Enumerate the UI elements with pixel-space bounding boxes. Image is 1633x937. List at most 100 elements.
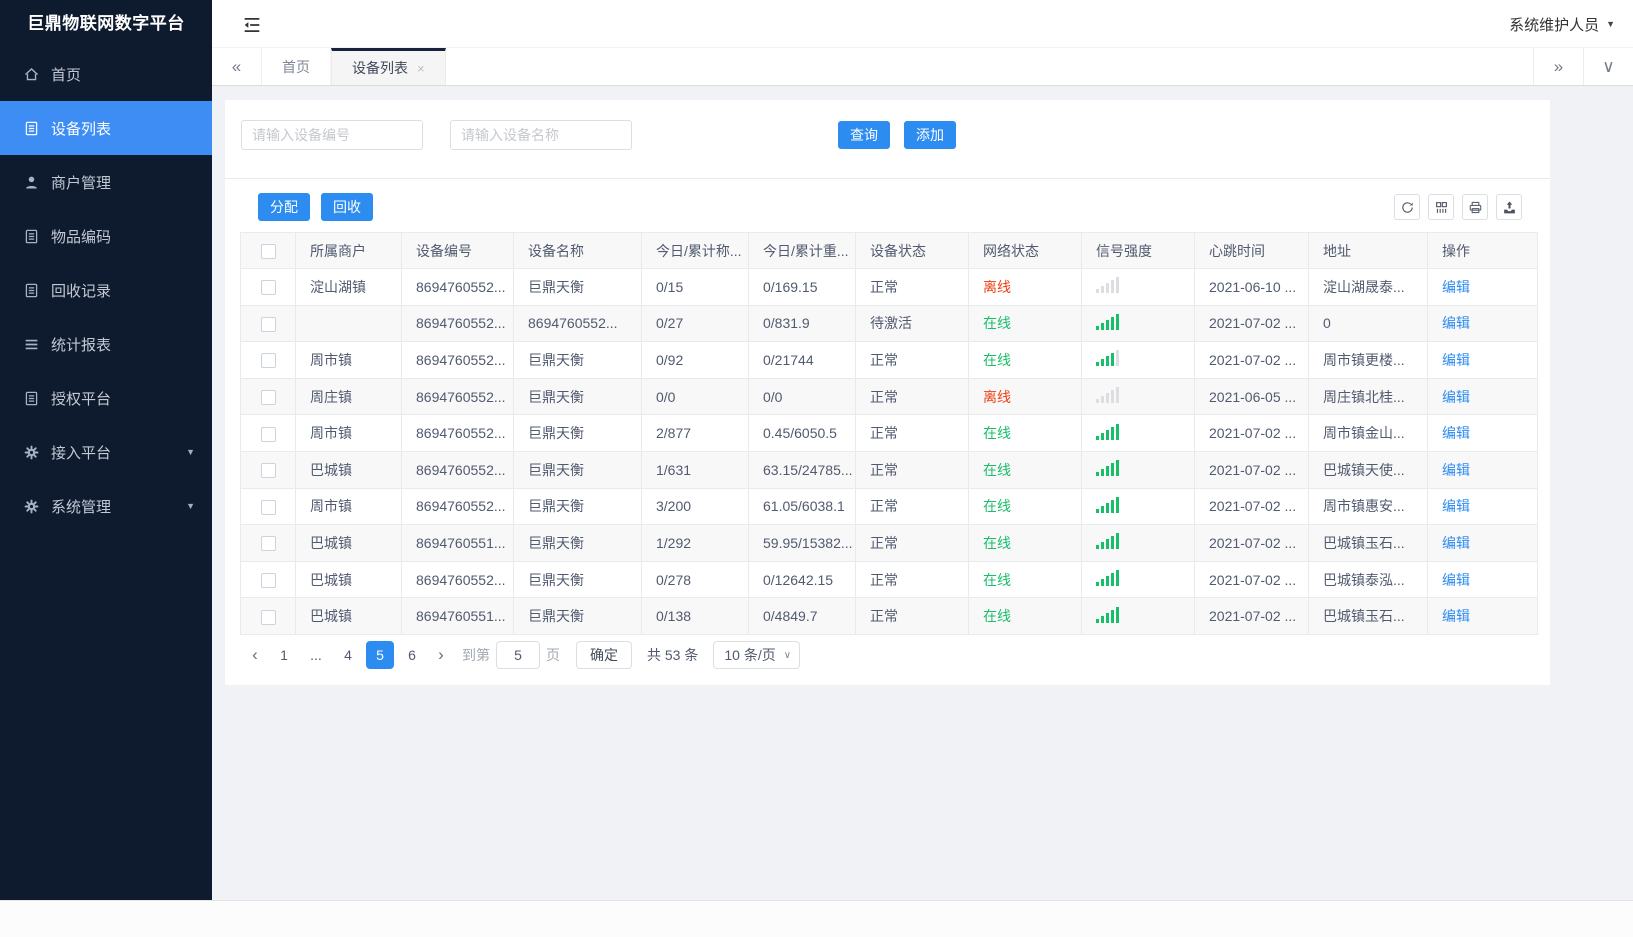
row-checkbox[interactable] bbox=[260, 353, 276, 369]
table-toolbar: 分配 回收 bbox=[258, 193, 373, 221]
cell-today-count: 2/877 bbox=[641, 414, 749, 452]
query-button[interactable]: 查询 bbox=[838, 121, 890, 149]
sidebar-item-home[interactable]: 首页 bbox=[0, 47, 212, 101]
cell-heartbeat: 2021-07-02 ... bbox=[1194, 487, 1309, 526]
chevron-down-icon: ∨ bbox=[783, 649, 792, 661]
edit-link[interactable]: 编辑 bbox=[1442, 535, 1470, 551]
row-checkbox[interactable] bbox=[260, 280, 276, 296]
cell-merchant: 周市镇 bbox=[295, 487, 402, 526]
edit-link[interactable]: 编辑 bbox=[1442, 425, 1470, 441]
columns-icon[interactable] bbox=[1428, 194, 1454, 220]
cell-today-weight: 0.45/6050.5 bbox=[748, 414, 856, 452]
device-no-input[interactable] bbox=[241, 120, 423, 150]
cell-device-no: 8694760552... bbox=[401, 377, 514, 416]
page-button-5[interactable]: 5 bbox=[366, 641, 394, 669]
table-header-row: 所属商户 设备编号 设备名称 今日/累计称... 今日/累计重... 设备状态 网络状态 信号… bbox=[240, 232, 1538, 269]
cell-signal bbox=[1081, 268, 1195, 306]
select-all-checkbox[interactable] bbox=[260, 243, 276, 259]
sidebar-item-report[interactable]: 统计报表 bbox=[0, 317, 212, 371]
cell-device-status: 正常 bbox=[855, 487, 969, 526]
cell-address: 周庄镇北桂... bbox=[1308, 377, 1428, 416]
content-area: 查询 添加 分配 回收 bbox=[212, 86, 1633, 900]
row-checkbox[interactable] bbox=[260, 389, 276, 405]
cell-merchant: 巴城镇 bbox=[295, 524, 402, 562]
print-icon[interactable] bbox=[1462, 194, 1488, 220]
row-checkbox[interactable] bbox=[260, 572, 276, 588]
sidebar-item-device-list[interactable]: 设备列表 bbox=[0, 101, 212, 155]
recycle-button[interactable]: 回收 bbox=[321, 193, 373, 221]
page-button-1[interactable]: 1 bbox=[270, 641, 298, 669]
column-header: 今日/累计重... bbox=[748, 232, 856, 269]
cell-device-name: 巨鼎天衡 bbox=[513, 487, 642, 526]
page-size-select[interactable]: 10 条/页 ∨ bbox=[713, 641, 801, 669]
cell-device-name: 巨鼎天衡 bbox=[513, 377, 642, 416]
edit-link[interactable]: 编辑 bbox=[1442, 389, 1470, 405]
close-tab-icon[interactable]: × bbox=[417, 61, 425, 76]
assign-button[interactable]: 分配 bbox=[258, 193, 310, 221]
edit-link[interactable]: 编辑 bbox=[1442, 462, 1470, 478]
cell-network-status: 离线 bbox=[968, 377, 1082, 416]
device-table: 所属商户 设备编号 设备名称 今日/累计称... 今日/累计重... 设备状态 网络状态 信号… bbox=[240, 232, 1538, 635]
sidebar-item-authorize[interactable]: 授权平台 bbox=[0, 371, 212, 425]
merchant-icon bbox=[23, 174, 40, 191]
recycle-record-icon bbox=[23, 282, 40, 299]
sidebar-item-recycle-record[interactable]: 回收记录 bbox=[0, 263, 212, 317]
edit-link[interactable]: 编辑 bbox=[1442, 498, 1470, 514]
cell-address: 周市镇惠安... bbox=[1308, 487, 1428, 526]
row-checkbox[interactable] bbox=[260, 426, 276, 442]
row-checkbox[interactable] bbox=[260, 499, 276, 515]
tab-device-list[interactable]: 设备列表 × bbox=[331, 48, 446, 85]
user-menu[interactable]: 系统维护人员 ▼ bbox=[1509, 0, 1615, 48]
cell-device-status: 待激活 bbox=[855, 304, 969, 343]
cell-signal bbox=[1081, 524, 1195, 562]
table-row: 8694760552... 8694760552... 0/27 0/831.9… bbox=[240, 304, 1538, 343]
tabs-dropdown-button[interactable]: ∨ bbox=[1583, 48, 1633, 85]
cell-merchant: 淀山湖镇 bbox=[295, 268, 402, 306]
cell-network-status: 在线 bbox=[968, 524, 1082, 562]
jump-page-input[interactable] bbox=[496, 641, 540, 669]
sidebar-item-merchant-manage[interactable]: 商户管理 bbox=[0, 155, 212, 209]
collapse-sidebar-icon[interactable] bbox=[241, 14, 263, 34]
cell-heartbeat: 2021-06-05 ... bbox=[1194, 377, 1309, 416]
edit-link[interactable]: 编辑 bbox=[1442, 279, 1470, 295]
prev-page-button[interactable]: ‹ bbox=[240, 641, 270, 669]
signal-strength-icon bbox=[1096, 423, 1119, 440]
page-button-4[interactable]: 4 bbox=[334, 641, 362, 669]
page-button-6[interactable]: 6 bbox=[398, 641, 426, 669]
page-ellipsis[interactable]: ... bbox=[302, 641, 330, 669]
cell-address: 巴城镇玉石... bbox=[1308, 524, 1428, 562]
tabs-scroll-left-button[interactable]: « bbox=[212, 48, 262, 85]
edit-link[interactable]: 编辑 bbox=[1442, 572, 1470, 588]
device-name-input[interactable] bbox=[450, 120, 632, 150]
sidebar-item-system-manage[interactable]: 系统管理 ▼ bbox=[0, 479, 212, 533]
cell-today-count: 1/631 bbox=[641, 450, 749, 489]
add-button[interactable]: 添加 bbox=[904, 121, 956, 149]
cell-device-no: 8694760552... bbox=[401, 450, 514, 489]
cell-device-status: 正常 bbox=[855, 597, 969, 635]
edit-link[interactable]: 编辑 bbox=[1442, 352, 1470, 368]
edit-link[interactable]: 编辑 bbox=[1442, 315, 1470, 331]
row-checkbox[interactable] bbox=[260, 536, 276, 552]
device-table-wrap: 所属商户 设备编号 设备名称 今日/累计称... 今日/累计重... 设备状态 网络状态 信号… bbox=[240, 232, 1538, 635]
cell-signal bbox=[1081, 414, 1195, 452]
refresh-icon[interactable] bbox=[1394, 194, 1420, 220]
sidebar-item-access-platform[interactable]: 接入平台 ▼ bbox=[0, 425, 212, 479]
tabs-scroll-right-button[interactable]: » bbox=[1533, 48, 1583, 85]
row-checkbox[interactable] bbox=[260, 609, 276, 625]
edit-link[interactable]: 编辑 bbox=[1442, 608, 1470, 624]
cell-signal bbox=[1081, 304, 1195, 343]
cell-address: 周市镇金山... bbox=[1308, 414, 1428, 452]
cell-address: 巴城镇天使... bbox=[1308, 450, 1428, 489]
row-checkbox[interactable] bbox=[260, 463, 276, 479]
tab-home[interactable]: 首页 bbox=[262, 48, 331, 85]
confirm-jump-button[interactable]: 确定 bbox=[576, 641, 632, 669]
cell-device-no: 8694760552... bbox=[401, 414, 514, 452]
next-page-button[interactable]: › bbox=[426, 641, 456, 669]
cell-today-count: 0/27 bbox=[641, 304, 749, 343]
row-checkbox[interactable] bbox=[260, 316, 276, 332]
table-tools bbox=[1394, 194, 1522, 220]
export-icon[interactable] bbox=[1496, 194, 1522, 220]
sidebar-item-item-code[interactable]: 物品编码 bbox=[0, 209, 212, 263]
tabbar: « 首页 设备列表 × » ∨ bbox=[212, 48, 1633, 86]
cell-today-weight: 63.15/24785... bbox=[748, 450, 856, 489]
